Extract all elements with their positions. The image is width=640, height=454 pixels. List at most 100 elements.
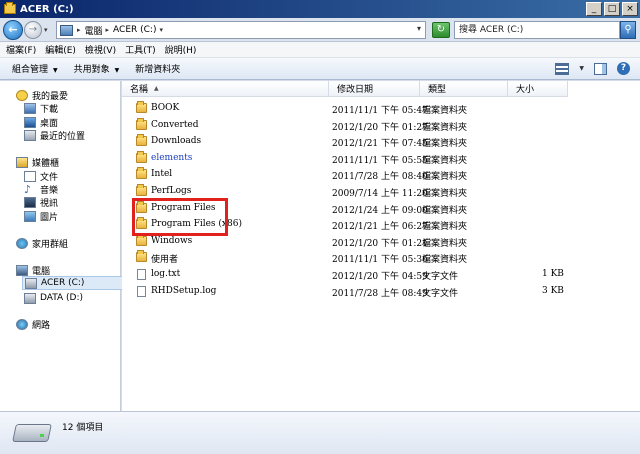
change-view-icon[interactable] <box>555 62 570 75</box>
title-bar: ACER (C:) _ □ × <box>0 0 640 18</box>
file-type: 檔案資料夾 <box>422 122 468 133</box>
file-type: 檔案資料夾 <box>422 205 468 216</box>
nav-documents-label: 文件 <box>40 172 59 183</box>
menu-view[interactable]: 檢視(V) <box>85 43 116 56</box>
nav-desktop-label: 桌面 <box>40 118 59 129</box>
menu-help[interactable]: 說明(H) <box>165 43 197 56</box>
nav-favorites-label: 我的最愛 <box>32 91 69 102</box>
file-name: BOOK <box>151 103 180 113</box>
nav-downloads-label: 下載 <box>40 104 59 115</box>
folder-icon <box>136 184 147 196</box>
help-icon[interactable]: ? <box>617 62 630 75</box>
documents-icon <box>24 170 36 182</box>
computer-icon <box>16 264 28 276</box>
menu-edit[interactable]: 編輯(E) <box>45 43 76 56</box>
breadcrumb-drive[interactable]: ACER (C:) <box>113 25 156 35</box>
file-name: Downloads <box>151 136 202 147</box>
breadcrumb-separator-icon[interactable]: ▸ <box>106 26 110 34</box>
close-button[interactable]: × <box>622 2 638 16</box>
file-type: 文字文件 <box>422 272 459 282</box>
preview-pane-icon[interactable] <box>594 62 607 75</box>
file-row[interactable]: Intel 2011/7/28 上午 08:40 檔案資料夾 <box>132 167 632 182</box>
file-date: 2012/1/21 上午 06:27 <box>332 222 428 233</box>
nav-drive-c[interactable]: ACER (C:) <box>22 276 124 290</box>
file-date: 2012/1/20 下午 01:21 <box>332 238 428 249</box>
nav-computer-label: 電腦 <box>32 266 51 277</box>
nav-network[interactable]: 網路 <box>16 317 50 331</box>
computer-icon <box>60 24 73 36</box>
file-type: 檔案資料夾 <box>422 106 468 116</box>
file-name: Converted <box>151 119 199 130</box>
file-row[interactable]: log.txt 2012/1/20 下午 04:59 文字文件 1 KB <box>132 267 632 282</box>
refresh-button[interactable]: ↻ <box>432 22 450 38</box>
file-row[interactable]: PerfLogs 2009/7/14 上午 11:20 檔案資料夾 <box>132 184 632 199</box>
file-row[interactable]: elements 2011/11/1 下午 05:55 檔案資料夾 <box>132 150 632 166</box>
share-button[interactable]: 共用對象 ▼ <box>74 62 120 75</box>
hard-drive-icon <box>25 277 37 289</box>
file-date: 2012/1/20 下午 04:59 <box>332 272 428 282</box>
menu-tools[interactable]: 工具(T) <box>125 43 156 56</box>
new-folder-button[interactable]: 新增資料夾 <box>135 62 180 75</box>
minimize-button[interactable]: _ <box>586 2 602 16</box>
file-size: 3 KB <box>542 285 564 296</box>
search-icon[interactable]: ⚲ <box>620 21 636 39</box>
file-name: Intel <box>151 169 173 180</box>
address-bar[interactable]: ▸ 電腦 ▸ ACER (C:) ▾ ▾ <box>56 21 426 39</box>
file-type: 檔案資料夾 <box>422 222 468 233</box>
file-type: 文字文件 <box>422 288 459 299</box>
file-row[interactable]: BOOK 2011/11/1 下午 05:47 檔案資料夾 <box>132 101 632 116</box>
file-row[interactable]: Converted 2012/1/20 下午 01:27 檔案資料夾 <box>132 117 632 133</box>
recent-pages-dropdown-icon[interactable]: ▾ <box>44 26 48 34</box>
breadcrumb-computer[interactable]: 電腦 <box>85 24 103 37</box>
nav-network-label: 網路 <box>32 320 51 331</box>
column-header-name[interactable]: 名稱 ▲ <box>122 81 329 97</box>
file-row[interactable]: Downloads 2012/1/21 下午 07:45 檔案資料夾 <box>132 134 632 149</box>
file-type: 檔案資料夾 <box>422 238 468 249</box>
nav-homegroup[interactable]: 家用群組 <box>16 236 68 250</box>
forward-button[interactable]: → <box>24 21 42 39</box>
maximize-button[interactable]: □ <box>604 2 620 16</box>
file-name: elements <box>151 152 193 163</box>
file-name: RHDSetup.log <box>151 285 217 296</box>
organize-label: 組合管理 <box>12 65 49 75</box>
nav-libraries[interactable]: 媒體櫃 <box>16 155 59 169</box>
column-header-size[interactable]: 大小 <box>508 81 568 97</box>
back-button[interactable]: ← <box>3 20 23 40</box>
column-header-date[interactable]: 修改日期 <box>329 81 420 97</box>
search-input[interactable]: 搜尋 ACER (C:) <box>454 21 620 39</box>
file-list: 名稱 ▲ 修改日期 類型 大小 BOOK 2011/11/1 下午 05:47 檔案… <box>122 81 640 411</box>
organize-button[interactable]: 組合管理 ▼ <box>12 62 58 75</box>
nav-drive-d[interactable]: DATA (D:) <box>24 291 83 305</box>
file-size: 1 KB <box>542 269 564 279</box>
file-name: PerfLogs <box>151 186 192 196</box>
file-name: log.txt <box>151 269 181 279</box>
nav-videos[interactable]: 視訊 <box>24 195 58 209</box>
nav-pictures[interactable]: 圖片 <box>24 209 58 223</box>
column-header-type[interactable]: 類型 <box>420 81 508 97</box>
nav-documents[interactable]: 文件 <box>24 169 58 183</box>
nav-music[interactable]: ♪ 音樂 <box>24 182 58 196</box>
nav-drive-d-label: DATA (D:) <box>40 293 84 303</box>
nav-desktop[interactable]: 桌面 <box>24 115 58 129</box>
file-row[interactable]: Windows 2012/1/20 下午 01:21 檔案資料夾 <box>132 233 632 249</box>
nav-music-label: 音樂 <box>40 185 59 196</box>
breadcrumb-separator-icon[interactable]: ▾ <box>159 26 163 34</box>
file-row[interactable]: 使用者 2011/11/1 下午 05:36 檔案資料夾 <box>132 250 632 265</box>
menu-file[interactable]: 檔案(F) <box>6 43 36 56</box>
nav-favorites[interactable]: 我的最愛 <box>16 88 68 102</box>
nav-downloads[interactable]: 下載 <box>24 101 58 115</box>
nav-homegroup-label: 家用群組 <box>32 239 69 250</box>
share-label: 共用對象 <box>73 65 110 75</box>
breadcrumb-separator-icon[interactable]: ▸ <box>77 26 81 34</box>
star-icon <box>16 89 28 101</box>
details-pane: 12 個項目 <box>0 411 640 454</box>
address-history-dropdown-icon[interactable]: ▾ <box>417 24 421 33</box>
video-icon <box>24 196 36 208</box>
file-row[interactable]: RHDSetup.log 2011/7/28 上午 08:49 文字文件 3 KB <box>132 284 632 299</box>
chevron-down-icon[interactable]: ▼ <box>579 65 584 72</box>
view-controls: ▼ ? <box>555 62 630 75</box>
file-date: 2011/7/28 上午 08:40 <box>332 172 428 183</box>
nav-computer[interactable]: 電腦 <box>16 263 50 277</box>
nav-recent[interactable]: 最近的位置 <box>24 128 85 142</box>
folder-icon <box>136 250 147 263</box>
